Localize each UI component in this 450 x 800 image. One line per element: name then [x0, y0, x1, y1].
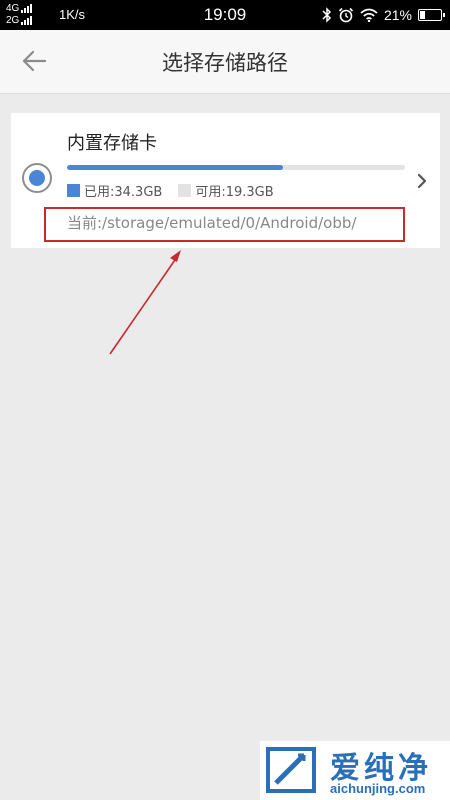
status-icons: 21% — [322, 4, 445, 26]
legend-free: 可用:19.3GB — [178, 181, 274, 200]
storage-usage-bar — [67, 165, 405, 170]
storage-legend: 已用:34.3GB 可用:19.3GB — [67, 181, 290, 200]
used-label: 已用:34.3GB — [84, 185, 163, 200]
annotation-highlight-box — [44, 207, 405, 242]
watermark-logo-icon — [266, 747, 316, 793]
chevron-right-icon[interactable] — [414, 171, 430, 191]
battery-percentage: 21% — [383, 7, 412, 23]
watermark: 爱纯净 aichunjing.com — [260, 741, 450, 800]
wifi-icon — [360, 8, 378, 22]
bluetooth-icon — [322, 7, 332, 23]
storage-usage-fill — [67, 165, 284, 170]
watermark-url: aichunjing.com — [330, 781, 426, 796]
status-bar: 4G 2G 1K/s 19:09 21% — [0, 0, 450, 30]
app-bar: 选择存储路径 — [0, 30, 450, 94]
page-title: 选择存储路径 — [162, 51, 288, 75]
storage-name: 内置存储卡 — [67, 133, 157, 154]
free-swatch-icon — [178, 184, 192, 197]
radio-selected-dot — [29, 170, 45, 186]
alarm-icon — [338, 7, 354, 23]
used-swatch-icon — [67, 184, 80, 197]
storage-radio[interactable] — [22, 163, 52, 193]
legend-used: 已用:34.3GB — [67, 181, 162, 200]
battery-icon — [418, 9, 445, 21]
free-label: 可用:19.3GB — [195, 185, 274, 200]
